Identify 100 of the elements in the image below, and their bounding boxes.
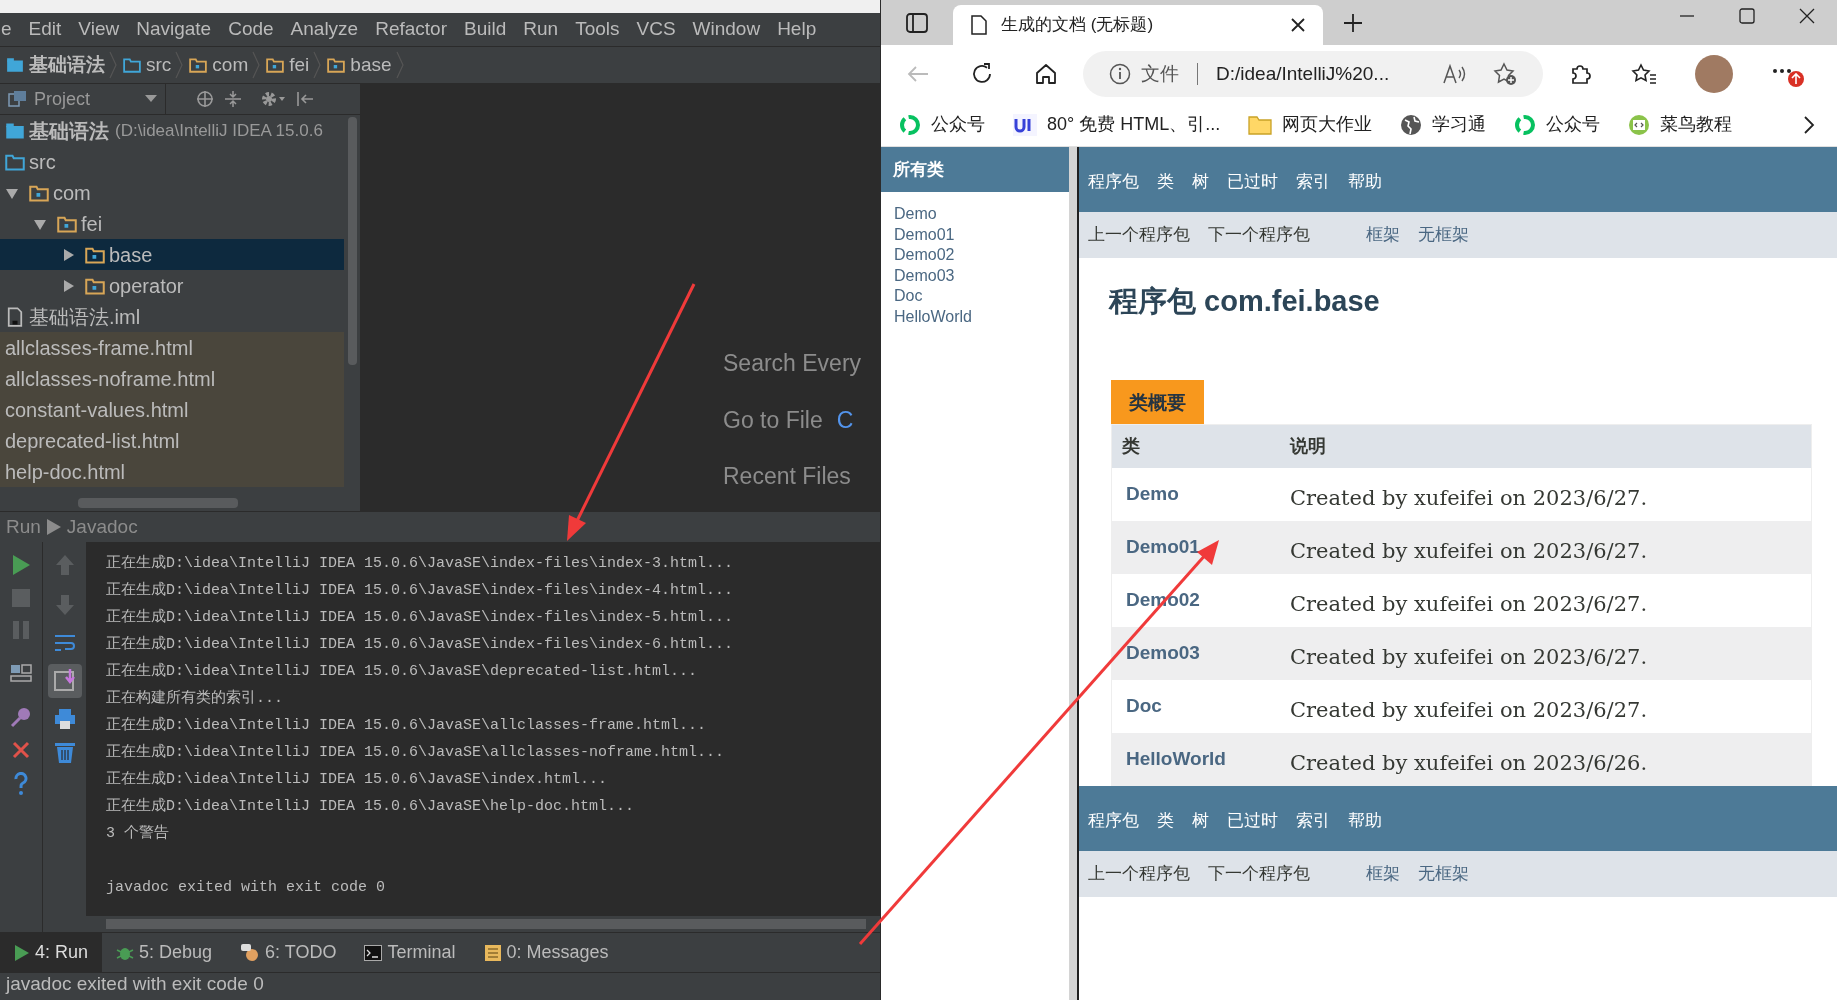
menu-item[interactable]: Code xyxy=(228,15,274,44)
menu-item[interactable]: Edit xyxy=(28,15,62,44)
menu-item[interactable]: VCS xyxy=(636,15,676,44)
nav-link[interactable]: 已过时 xyxy=(1227,807,1278,834)
browser-tab[interactable]: 生成的文档 (无标题) xyxy=(953,5,1323,45)
scroll-to-end-icon[interactable] xyxy=(47,664,82,698)
menu-item[interactable]: Analyze xyxy=(290,15,359,44)
class-link[interactable]: Demo03 xyxy=(1126,642,1200,663)
bookmark[interactable]: 网页大作业 xyxy=(1230,111,1383,138)
tree-item[interactable]: allclasses-frame.html xyxy=(0,332,345,363)
nav-link[interactable]: 帮助 xyxy=(1348,168,1382,195)
nav-link[interactable]: 帮助 xyxy=(1348,807,1382,834)
nav-link[interactable]: 索引 xyxy=(1296,807,1330,834)
nav-link[interactable]: 树 xyxy=(1192,168,1209,195)
class-link[interactable]: Demo01 xyxy=(1126,536,1200,557)
hide-panel-icon[interactable] xyxy=(296,90,314,108)
tree-item[interactable]: constant-values.html xyxy=(0,394,345,425)
tree-item[interactable]: operator xyxy=(0,270,345,301)
tool-window-tab[interactable]: Terminal xyxy=(350,933,470,972)
class-link[interactable]: Demo xyxy=(894,204,1069,225)
tree-item[interactable]: fei xyxy=(0,208,345,239)
nav-link[interactable]: 无框架 xyxy=(1418,222,1469,248)
tree-item[interactable]: help-doc.html xyxy=(0,456,345,487)
class-link[interactable]: HelloWorld xyxy=(1126,748,1226,769)
menu-item[interactable]: Run xyxy=(523,15,559,44)
nav-link[interactable]: 类 xyxy=(1157,807,1174,834)
breadcrumb-item[interactable]: base xyxy=(321,50,396,80)
scrollbar[interactable] xyxy=(78,498,238,508)
class-link[interactable]: Demo01 xyxy=(894,224,1069,245)
tool-window-tab[interactable]: 0: Messages xyxy=(469,933,623,972)
class-link[interactable]: Doc xyxy=(1126,695,1162,716)
puzzle-icon[interactable] xyxy=(1569,62,1593,86)
nav-link[interactable]: 程序包 xyxy=(1088,168,1139,195)
close-icon[interactable] xyxy=(1799,8,1815,24)
menu-item[interactable]: Help xyxy=(777,15,817,44)
layout-icon[interactable] xyxy=(10,662,32,684)
class-link[interactable]: Demo02 xyxy=(894,245,1069,266)
trash-icon[interactable] xyxy=(53,740,76,764)
collapsed-arrow-icon[interactable] xyxy=(61,247,75,262)
nav-link[interactable]: 类 xyxy=(1157,168,1174,195)
tool-window-tab[interactable]: 5: Debug xyxy=(102,933,227,972)
menu-item[interactable]: Refactor xyxy=(375,15,447,44)
project-view-dropdown[interactable]: Project xyxy=(0,84,166,114)
class-link[interactable]: HelloWorld xyxy=(894,306,1069,327)
breadcrumb-item[interactable]: src xyxy=(117,50,176,80)
run-icon[interactable] xyxy=(11,554,31,576)
reload-icon[interactable] xyxy=(971,63,993,85)
pin-icon[interactable] xyxy=(10,706,32,728)
nav-link[interactable]: 索引 xyxy=(1296,168,1330,195)
tool-window-tab[interactable]: 6: TODO xyxy=(226,933,351,972)
tree-item[interactable]: deprecated-list.html xyxy=(0,425,345,456)
menu-item[interactable]: View xyxy=(78,15,120,44)
read-aloud-icon[interactable] xyxy=(1443,64,1467,84)
address-bar[interactable]: 文件 D:/idea/IntelliJ%20... xyxy=(1083,51,1543,97)
menu-item[interactable]: Window xyxy=(692,15,761,44)
bookmark[interactable]: 菜鸟教程 xyxy=(1610,111,1743,138)
breadcrumb-item[interactable]: com xyxy=(183,50,253,80)
tree-item[interactable]: 基础语法 (D:\idea\IntelliJ IDEA 15.0.6 xyxy=(0,115,345,146)
settings-icon[interactable] xyxy=(260,90,286,108)
bookmark[interactable]: 公众号 xyxy=(1496,111,1611,138)
tree-item[interactable]: com xyxy=(0,177,345,208)
sidebar-toggle-icon[interactable] xyxy=(906,12,928,33)
tree-item[interactable]: 基础语法.iml xyxy=(0,301,345,332)
nav-link[interactable]: 框架 xyxy=(1366,861,1400,887)
bookmark[interactable]: 80° 免费 HTML、引... xyxy=(995,111,1231,138)
collapsed-arrow-icon[interactable] xyxy=(61,278,75,293)
info-icon[interactable] xyxy=(1109,63,1131,85)
avatar[interactable] xyxy=(1695,55,1733,93)
close-icon[interactable] xyxy=(1291,18,1305,32)
nav-link[interactable]: 无框架 xyxy=(1418,861,1469,887)
breadcrumb-item[interactable]: 基础语法 xyxy=(0,50,109,80)
nav-link[interactable]: 已过时 xyxy=(1227,168,1278,195)
menu-item[interactable]: Tools xyxy=(575,15,620,44)
breadcrumb-item[interactable]: fei xyxy=(260,50,314,80)
nav-link[interactable]: 框架 xyxy=(1366,222,1400,248)
target-icon[interactable] xyxy=(196,90,214,108)
tree-item[interactable]: allclasses-noframe.html xyxy=(0,363,345,394)
class-link[interactable]: Demo03 xyxy=(894,265,1069,286)
print-icon[interactable] xyxy=(53,708,76,730)
menu-item[interactable]: Navigate xyxy=(136,15,212,44)
chevron-right-icon[interactable] xyxy=(1803,114,1815,135)
class-link[interactable]: Doc xyxy=(894,286,1069,307)
menu-item[interactable]: Build xyxy=(464,15,507,44)
nav-link[interactable]: 树 xyxy=(1192,807,1209,834)
favorites-icon[interactable] xyxy=(1631,63,1657,85)
bookmark[interactable]: 公众号 xyxy=(881,111,995,138)
scrollbar[interactable] xyxy=(106,919,866,929)
class-link[interactable]: Demo xyxy=(1126,483,1179,504)
menu-item[interactable]: e xyxy=(1,15,12,44)
new-tab-icon[interactable] xyxy=(1343,12,1363,33)
nav-link[interactable]: 程序包 xyxy=(1088,807,1139,834)
tree-item[interactable]: src xyxy=(0,146,345,177)
soft-wrap-icon[interactable] xyxy=(52,632,77,654)
home-icon[interactable] xyxy=(1035,63,1057,85)
tool-window-tab[interactable]: 4: Run xyxy=(0,933,103,972)
favorite-add-icon[interactable] xyxy=(1493,62,1517,86)
collapse-icon[interactable] xyxy=(224,90,242,108)
maximize-icon[interactable] xyxy=(1739,8,1755,24)
bookmark[interactable]: 学习通 xyxy=(1382,111,1497,138)
tree-item[interactable]: base xyxy=(0,239,345,270)
